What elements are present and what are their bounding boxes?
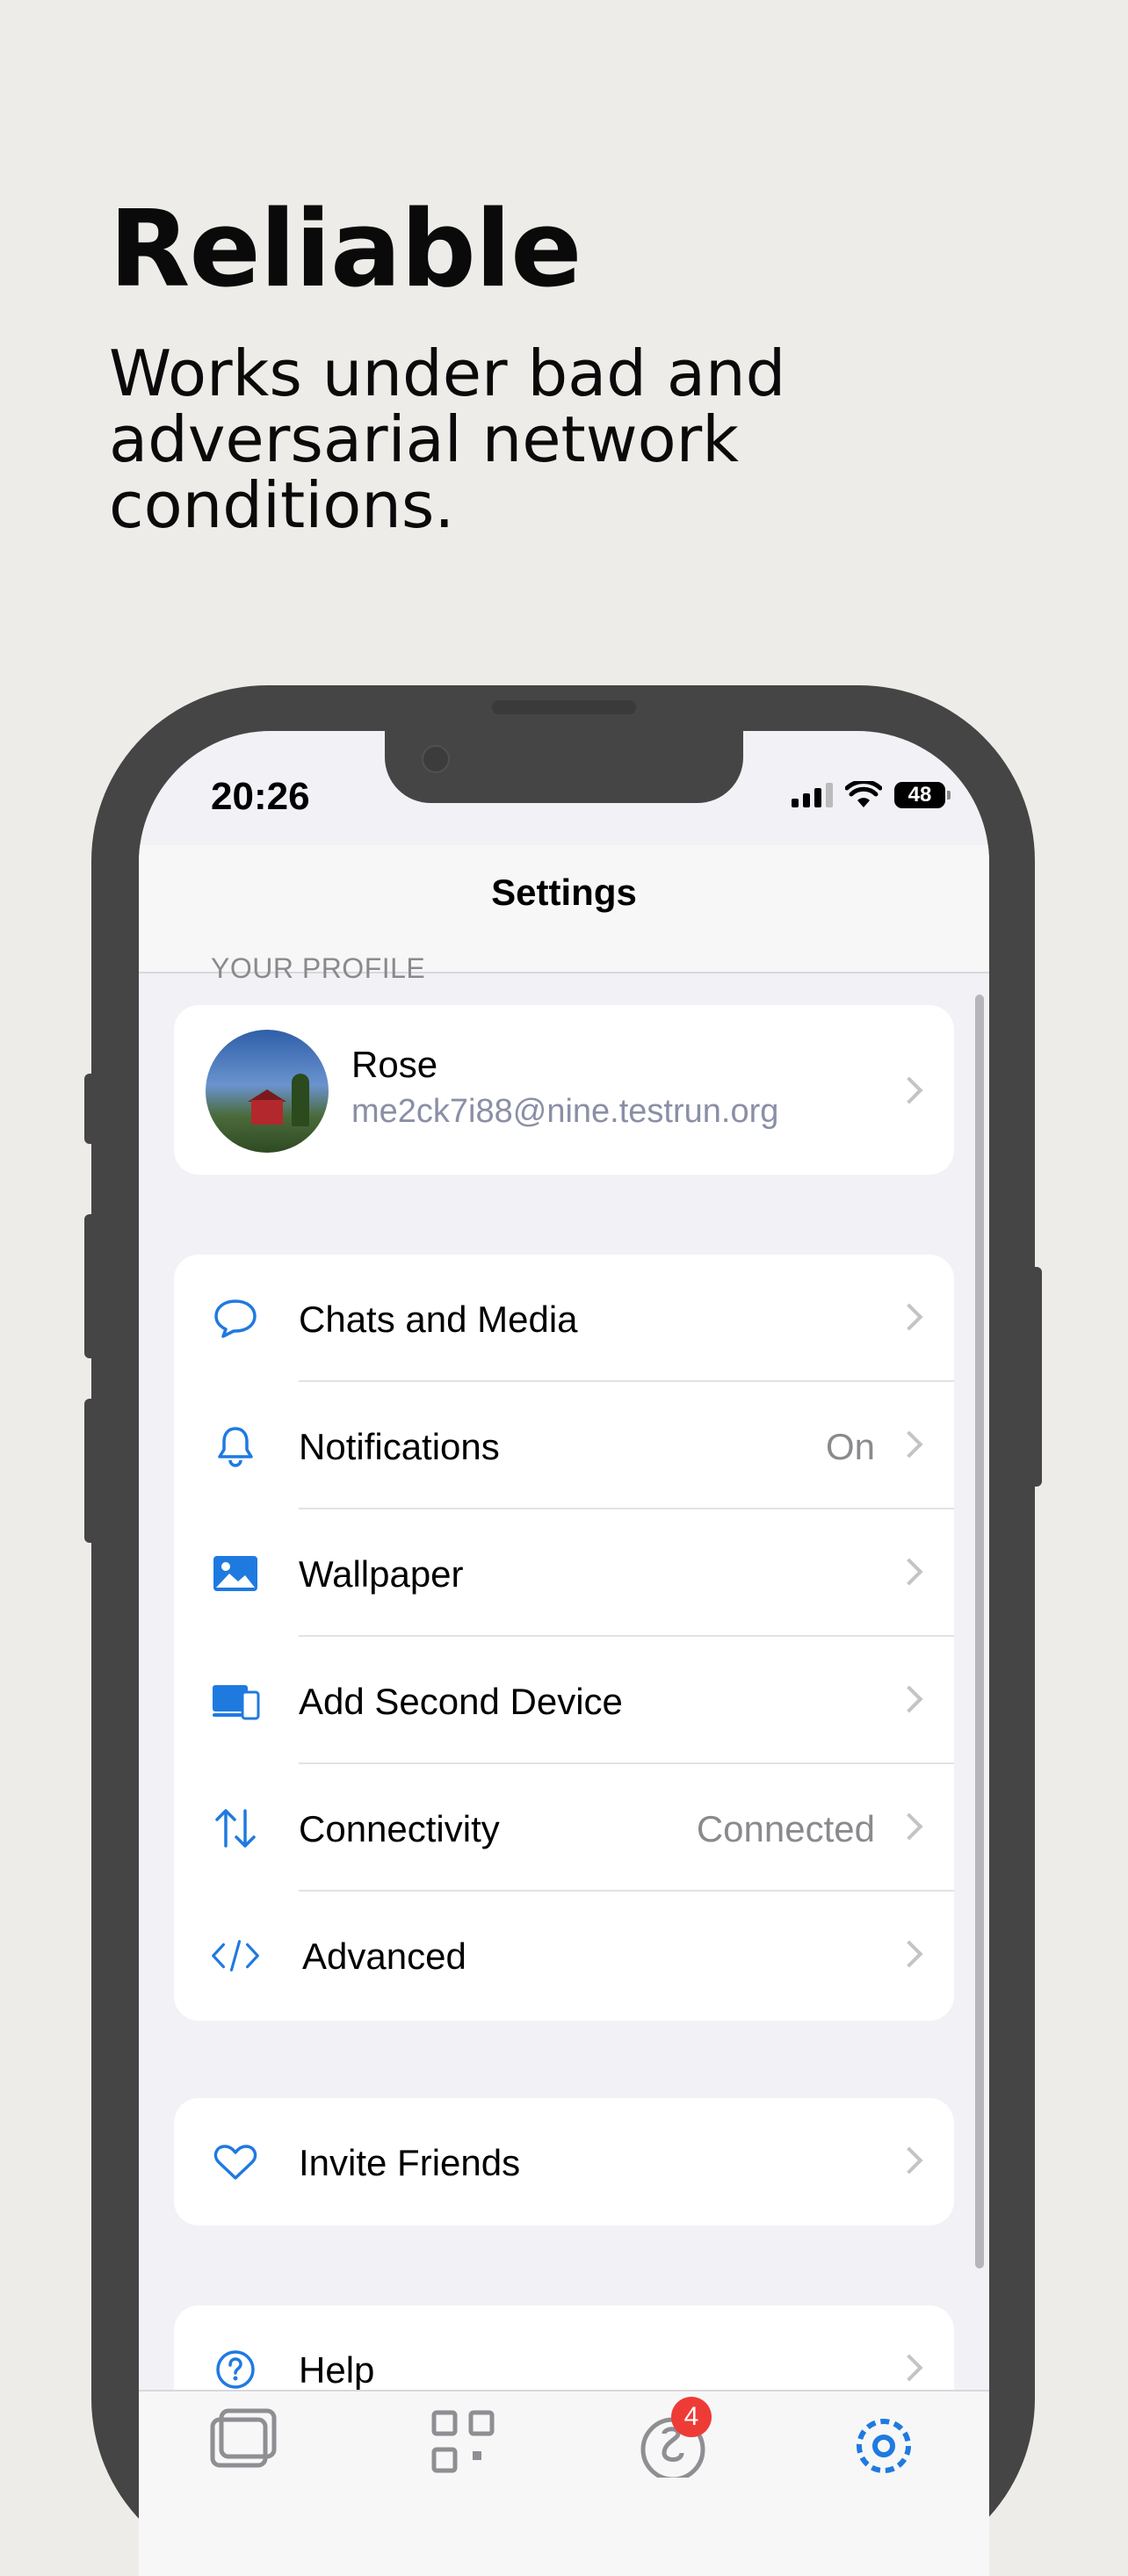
status-icons: 48 xyxy=(792,779,951,811)
invite-friends-card: Invite Friends xyxy=(174,2098,954,2225)
avatar xyxy=(206,1030,329,1153)
profile-card[interactable]: Rose me2ck7i88@nine.testrun.org xyxy=(174,1005,954,1175)
heart-icon xyxy=(211,2138,260,2186)
status-time: 20:26 xyxy=(211,775,310,818)
cell-signal-icon xyxy=(792,783,833,807)
chevron-right-icon xyxy=(895,1303,923,1331)
phone-screen: 20:26 48 Settings YOUR PROFILE Rose me2c… xyxy=(139,731,989,2576)
phone-volume-up xyxy=(84,1214,97,1358)
settings-row-value: Connected xyxy=(696,1808,875,1849)
settings-row-label: Help xyxy=(299,2349,375,2391)
profile-name: Rose xyxy=(351,1044,438,1085)
chevron-right-icon xyxy=(895,1685,923,1713)
battery-level: 48 xyxy=(907,783,932,807)
tab-chats[interactable]: 4 xyxy=(638,2397,712,2482)
chevron-right-icon xyxy=(895,1940,923,1968)
phone-volume-down xyxy=(84,1399,97,1543)
question-circle-icon xyxy=(211,2346,260,2393)
tab-bar: 4 xyxy=(139,2390,989,2576)
settings-row-label: Add Second Device xyxy=(299,1681,623,1722)
arrows-updown-icon xyxy=(211,1805,260,1852)
gallery-icon xyxy=(210,2408,277,2468)
settings-row-wallpaper[interactable]: Wallpaper xyxy=(174,1509,954,1637)
settings-row-label: Notifications xyxy=(299,1426,500,1467)
chat-bubble-icon xyxy=(211,1295,260,1342)
tab-gallery[interactable] xyxy=(209,2407,279,2478)
devices-icon xyxy=(211,1677,260,1725)
chevron-right-icon xyxy=(895,1813,923,1841)
chevron-right-icon xyxy=(895,2354,923,2382)
qr-code-icon xyxy=(431,2410,495,2473)
headline: Reliable xyxy=(109,189,582,311)
tab-settings[interactable] xyxy=(849,2407,919,2478)
page-title: Settings xyxy=(491,872,637,913)
chevron-right-icon xyxy=(895,1558,923,1586)
settings-row-invite-friends[interactable]: Invite Friends xyxy=(174,2098,954,2225)
chevron-right-icon xyxy=(895,1076,923,1104)
settings-row-value: On xyxy=(825,1426,875,1467)
settings-row-label: Chats and Media xyxy=(299,1299,578,1340)
settings-row-connectivity[interactable]: Connectivity Connected xyxy=(174,1764,954,1892)
settings-row-advanced[interactable]: Advanced xyxy=(174,1892,954,2019)
chevron-right-icon xyxy=(895,1430,923,1458)
unread-badge: 4 xyxy=(671,2397,712,2437)
scrollbar[interactable] xyxy=(975,995,984,2268)
wifi-icon xyxy=(845,781,882,807)
settings-group: Chats and Media Notifications On Wallpap… xyxy=(174,1255,954,2021)
image-icon xyxy=(211,1550,260,1597)
front-camera xyxy=(422,745,450,773)
tab-qr-code[interactable] xyxy=(429,2407,499,2478)
settings-row-label: Advanced xyxy=(302,1936,466,1977)
section-label-profile: YOUR PROFILE xyxy=(211,952,426,984)
chevron-right-icon xyxy=(895,2146,923,2174)
profile-email: me2ck7i88@nine.testrun.org xyxy=(351,1093,779,1130)
settings-row-label: Wallpaper xyxy=(299,1553,464,1595)
settings-row-add-second-device[interactable]: Add Second Device xyxy=(174,1637,954,1764)
subhead: Works under bad and adversarial network … xyxy=(109,336,786,542)
settings-row-notifications[interactable]: Notifications On xyxy=(174,1382,954,1509)
settings-gear-icon xyxy=(857,2419,911,2473)
settings-row-label: Invite Friends xyxy=(299,2142,521,2183)
bell-icon xyxy=(211,1422,260,1470)
phone-speaker xyxy=(492,700,636,714)
code-icon xyxy=(211,1932,260,1979)
settings-row-label: Connectivity xyxy=(299,1808,500,1849)
settings-row-chats-and-media[interactable]: Chats and Media xyxy=(174,1255,954,1382)
phone-mute-switch xyxy=(84,1074,97,1144)
phone-side-button xyxy=(1030,1267,1042,1487)
battery-icon: 48 xyxy=(894,782,951,808)
